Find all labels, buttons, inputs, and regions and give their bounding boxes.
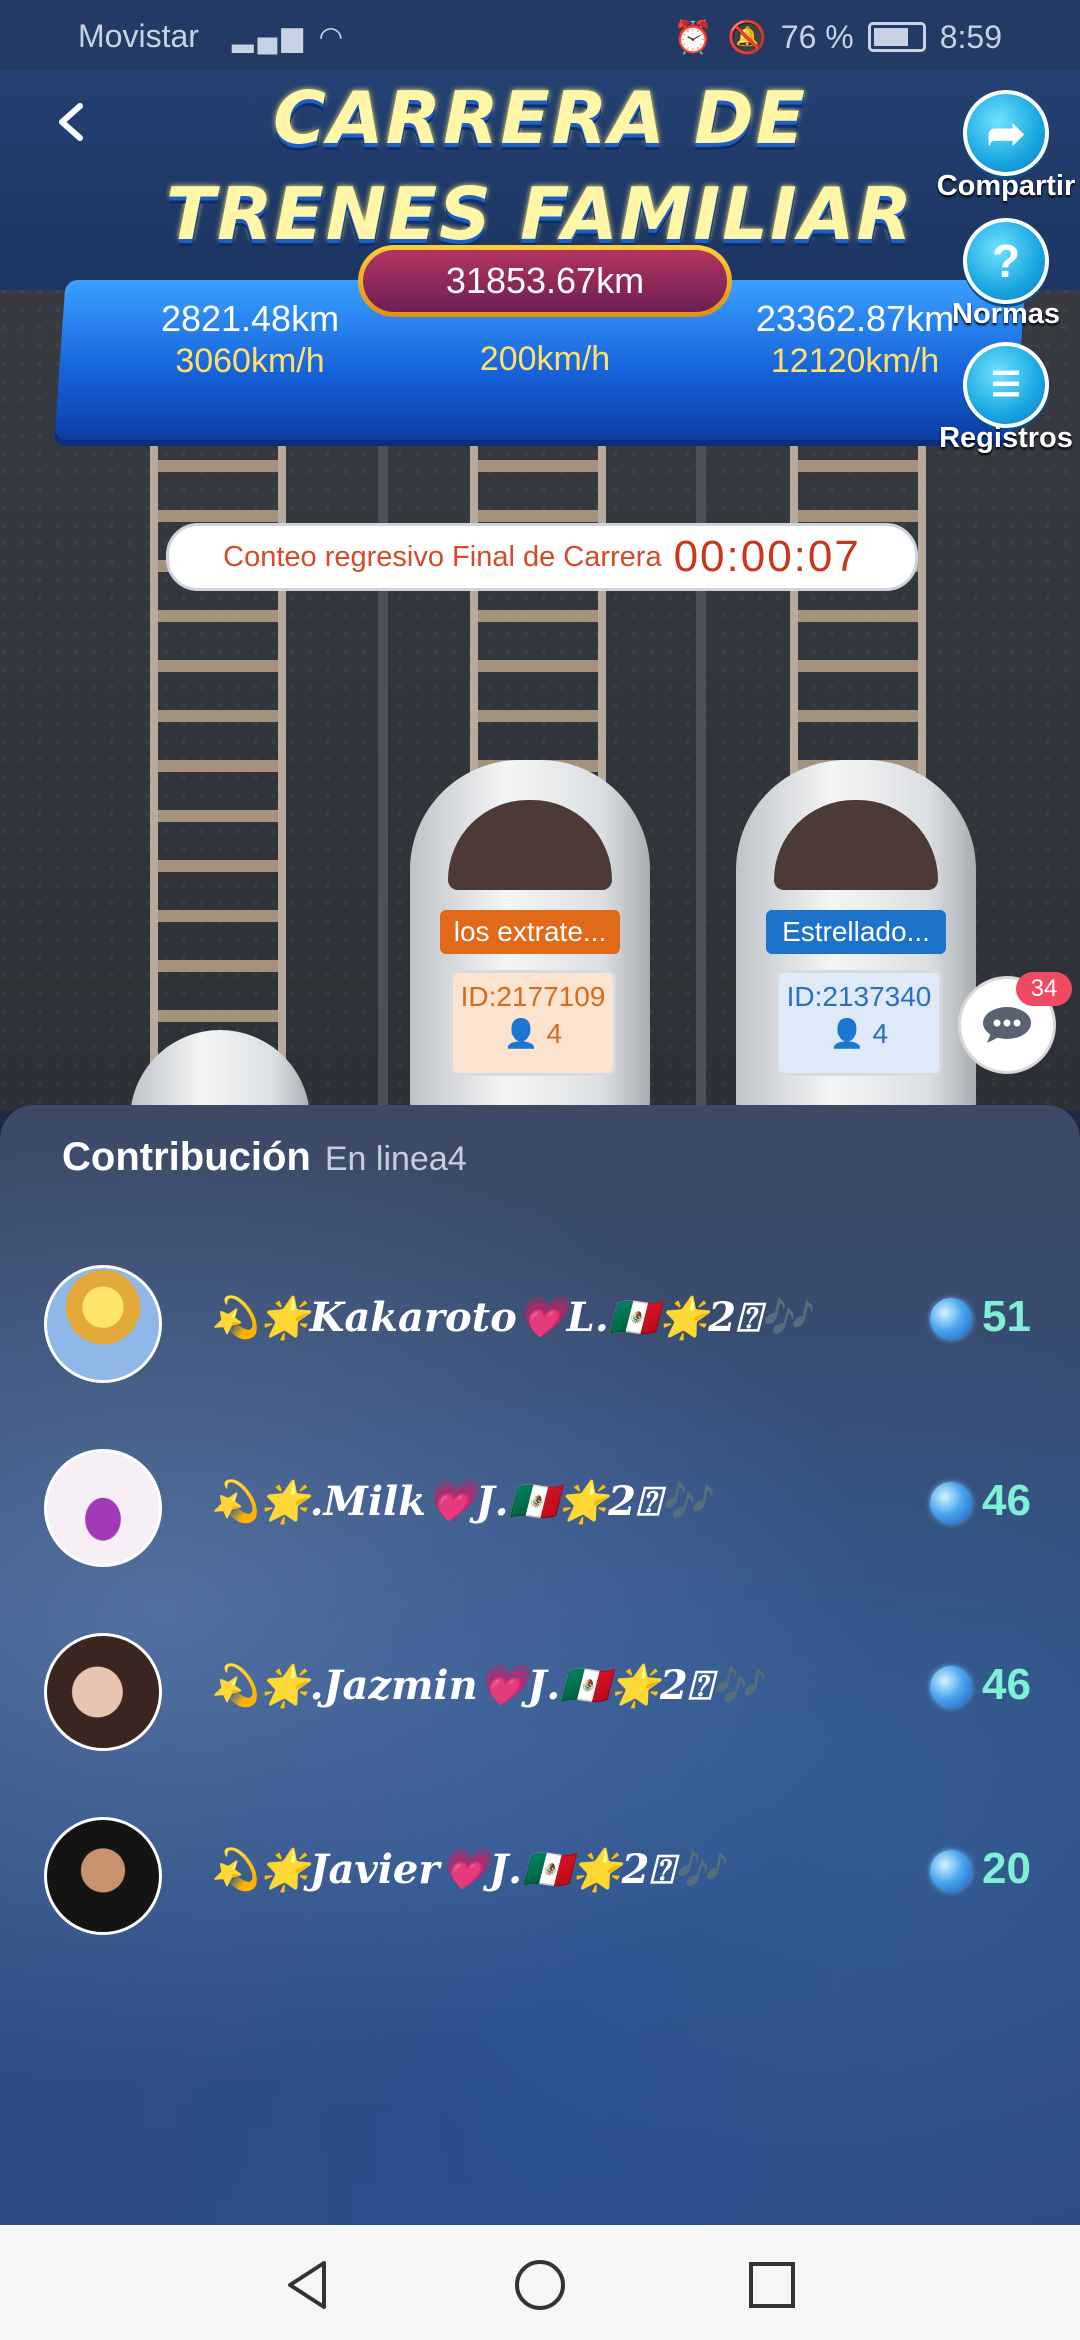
user-name: 💫🌟.𝑴𝒊𝒍𝒌💗𝑱.🇲🇽🌟2⍰🎶 bbox=[210, 1478, 710, 1525]
user-icon: 👤 bbox=[503, 1018, 539, 1049]
back-arrow-icon[interactable] bbox=[50, 100, 94, 144]
countdown-time: 00:00:07 bbox=[673, 532, 861, 581]
train-members: 👤 4 bbox=[779, 1017, 939, 1050]
contribution-score: 20 bbox=[982, 1844, 1031, 1893]
user-name: 💫🌟.𝑱𝒂𝒛𝒎𝒊𝒏💗𝑱.🇲🇽🌟2⍰🎶 bbox=[210, 1662, 762, 1709]
list-item[interactable]: 💫🌟𝑱𝒂𝒗𝒊𝒆𝒓💗𝑱.🇲🇽🌟2⍰🎶 20 bbox=[0, 1802, 1080, 1942]
share-button[interactable]: ➦ Compartir bbox=[936, 90, 1076, 203]
share-label: Compartir bbox=[936, 170, 1076, 202]
train-member-count: 4 bbox=[872, 1018, 889, 1049]
list-item[interactable]: 💫🌟.𝑱𝒂𝒛𝒎𝒊𝒏💗𝑱.🇲🇽🌟2⍰🎶 46 bbox=[0, 1618, 1080, 1758]
records-label: Registros bbox=[939, 422, 1073, 454]
carrier-label: Movistar bbox=[78, 18, 199, 54]
user-name: 💫🌟𝑱𝒂𝒗𝒊𝒆𝒓💗𝑱.🇲🇽🌟2⍰🎶 bbox=[210, 1846, 724, 1893]
contribution-score: 51 bbox=[982, 1292, 1031, 1341]
lane-divider bbox=[378, 390, 388, 1110]
train-name: los extrate... bbox=[440, 910, 620, 954]
battery-percent: 76 % bbox=[780, 18, 854, 55]
contribution-header: Contribución En linea4 bbox=[62, 1135, 467, 1180]
contribution-score: 46 bbox=[982, 1476, 1031, 1525]
clock: 8:59 bbox=[939, 18, 1002, 55]
lane-1-distance: 2821.48km bbox=[160, 298, 340, 339]
lane-divider bbox=[696, 390, 706, 1110]
train-members: 👤 4 bbox=[453, 1017, 613, 1050]
avatar[interactable] bbox=[44, 1449, 162, 1567]
list-item[interactable]: 💫🌟.𝑴𝒊𝒍𝒌💗𝑱.🇲🇽🌟2⍰🎶 46 bbox=[0, 1434, 1080, 1574]
train-body bbox=[130, 1030, 310, 1110]
lane-stat-1: 2821.48km 3060km/h bbox=[120, 298, 380, 381]
gem-icon bbox=[930, 1298, 972, 1340]
document-icon: ☰ bbox=[963, 342, 1049, 428]
rules-button[interactable]: ? Normas bbox=[936, 218, 1076, 331]
user-name: 💫🌟𝑲𝒂𝒌𝒂𝒓𝒐𝒕𝒐💗𝑳.🇲🇽🌟2⍰🎶 bbox=[210, 1294, 810, 1341]
gem-icon bbox=[930, 1850, 972, 1892]
train-lane-2[interactable]: los extrate... ID:2177109 👤 4 bbox=[410, 700, 650, 1110]
lane-2-speed: 200km/h bbox=[479, 340, 611, 378]
mute-icon: 🔕 bbox=[726, 19, 767, 55]
contribution-title: Contribución bbox=[62, 1135, 311, 1179]
train-lane-1[interactable] bbox=[130, 1030, 310, 1110]
lane-1-speed: 3060km/h bbox=[175, 342, 325, 380]
countdown-label: Conteo regresivo Final de Carrera bbox=[223, 540, 662, 573]
nav-recents-icon[interactable] bbox=[742, 2255, 802, 2315]
page-title: CARRERA DE TRENES FAMILIAR bbox=[150, 70, 930, 262]
contribution-score: 46 bbox=[982, 1660, 1031, 1709]
train-lane-3[interactable]: Estrellado... ID:2137340 👤 4 bbox=[736, 700, 976, 1110]
train-id: ID:2137340 bbox=[786, 981, 932, 1012]
battery-icon bbox=[867, 22, 926, 52]
total-distance: 31853.67km bbox=[363, 250, 727, 312]
records-button[interactable]: ☰ Registros bbox=[936, 342, 1076, 455]
alarm-icon: ⏰ bbox=[673, 19, 713, 55]
train-info-box: ID:2137340 👤 4 bbox=[776, 970, 942, 1076]
nav-back-icon[interactable] bbox=[278, 2255, 338, 2315]
nav-home-icon[interactable] bbox=[510, 2255, 570, 2315]
train-info-box: ID:2177109 👤 4 bbox=[450, 970, 616, 1076]
contribution-panel: Contribución En linea4 💫🌟𝑲𝒂𝒌𝒂𝒓𝒐𝒕𝒐💗𝑳.🇲🇽🌟2… bbox=[0, 1105, 1080, 2225]
user-icon: 👤 bbox=[829, 1018, 865, 1049]
gem-icon bbox=[930, 1482, 972, 1524]
avatar[interactable] bbox=[44, 1265, 162, 1383]
list-item[interactable]: 💫🌟𝑲𝒂𝒌𝒂𝒓𝒐𝒕𝒐💗𝑳.🇲🇽🌟2⍰🎶 51 bbox=[0, 1250, 1080, 1390]
train-id: ID:2177109 bbox=[460, 981, 606, 1012]
total-distance-pill: 31853.67km bbox=[358, 245, 732, 317]
race-area: CARRERA DE TRENES FAMILIAR 31853.67km 28… bbox=[0, 70, 1080, 1110]
system-nav-bar bbox=[0, 2225, 1080, 2340]
rules-label: Normas bbox=[952, 298, 1060, 330]
gem-icon bbox=[930, 1666, 972, 1708]
signal-icon: ▂▄▆ ◠ bbox=[232, 21, 348, 52]
avatar[interactable] bbox=[44, 1633, 162, 1751]
avatar[interactable] bbox=[44, 1817, 162, 1935]
train-name: Estrellado... bbox=[766, 910, 946, 954]
question-icon: ? bbox=[963, 218, 1049, 304]
countdown-bar: Conteo regresivo Final de Carrera 00:00:… bbox=[166, 523, 918, 591]
title-line-1: CARRERA DE bbox=[273, 76, 807, 160]
chat-bubble-icon bbox=[983, 1007, 1031, 1043]
track-lane-1 bbox=[150, 410, 286, 1110]
train-member-count: 4 bbox=[546, 1018, 563, 1049]
chat-unread-badge: 34 bbox=[1016, 972, 1072, 1006]
share-arrow-icon: ➦ bbox=[963, 90, 1049, 176]
lane-stat-2: 200km/h bbox=[420, 338, 670, 379]
online-count: En linea4 bbox=[324, 1140, 467, 1178]
status-right: ⏰ 🔕 76 % 8:59 bbox=[673, 18, 1002, 56]
status-bar: Movistar ▂▄▆ ◠ ⏰ 🔕 76 % 8:59 bbox=[0, 0, 1080, 70]
